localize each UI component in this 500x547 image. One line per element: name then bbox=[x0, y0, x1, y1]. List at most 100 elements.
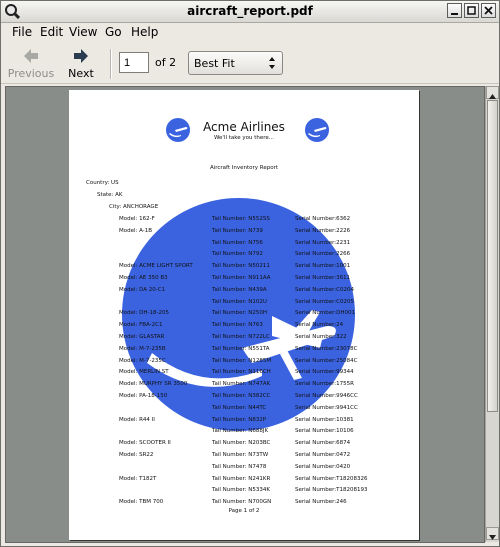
row-model: Model: PA-18-150 bbox=[119, 393, 168, 399]
row-serial-number: Serial Number:T18208326 bbox=[295, 475, 368, 482]
row-tail-number: Tail Number: N5334K bbox=[212, 487, 270, 494]
row-serial-number: Serial Number:DH001 bbox=[295, 310, 356, 317]
pdf-page: Acme Airlines We'll take you there... Ai… bbox=[69, 90, 419, 540]
city-label: City: ANCHORAGE bbox=[109, 204, 159, 210]
updown-arrows-icon bbox=[269, 57, 275, 69]
row-serial-number: Serial Number:23078C bbox=[295, 345, 358, 352]
row-serial-number: Serial Number:6362 bbox=[295, 216, 351, 222]
state-label: State: AK bbox=[97, 192, 123, 198]
row-serial-number: Serial Number:1755R bbox=[295, 381, 354, 388]
close-icon bbox=[484, 6, 493, 15]
row-tail-number: Tail Number: N203BC bbox=[212, 440, 271, 447]
row-tail-number: Tail Number: N911AA bbox=[212, 275, 271, 281]
scroll-up-arrow[interactable] bbox=[486, 86, 499, 99]
row-serial-number: Serial Number:C0205 bbox=[295, 298, 354, 305]
previous-button[interactable]: Previous bbox=[5, 45, 57, 81]
document-viewport[interactable]: Acme Airlines We'll take you there... Ai… bbox=[5, 86, 485, 543]
row-tail-number: Tail Number: N250H bbox=[212, 310, 267, 317]
minimize-icon bbox=[451, 13, 458, 15]
row-serial-number: Serial Number:0472 bbox=[295, 452, 351, 458]
next-button[interactable]: Next bbox=[55, 45, 107, 81]
row-serial-number: Serial Number:1001 bbox=[295, 263, 351, 270]
arrow-right-icon bbox=[74, 49, 88, 63]
page-count-label: of 2 bbox=[155, 56, 177, 69]
row-tail-number: Tail Number: N439A bbox=[212, 286, 267, 293]
row-tail-number: Tail Number: N722LC bbox=[212, 334, 270, 340]
row-serial-number: Serial Number:10106 bbox=[295, 428, 354, 435]
pdf-viewer-window: aircraft_report.pdf File Edit View Go He… bbox=[0, 0, 500, 547]
arrow-down-icon bbox=[489, 535, 496, 540]
row-tail-number: Tail Number: N700GN bbox=[212, 499, 272, 506]
row-tail-number: Tail Number: N551TA bbox=[212, 345, 270, 352]
row-model: Model: GLASTAR bbox=[119, 334, 165, 340]
row-tail-number: Tail Number: N763 bbox=[212, 322, 263, 329]
row-model: Model: 162-F bbox=[119, 216, 155, 222]
menu-view[interactable]: View bbox=[69, 25, 97, 39]
close-button[interactable] bbox=[481, 3, 496, 18]
row-model: Model: DH-18-205 bbox=[119, 310, 169, 317]
window-title: aircraft_report.pdf bbox=[187, 4, 313, 18]
row-tail-number: Tail Number: N832P bbox=[212, 416, 267, 423]
page-footer: Page 1 of 2 bbox=[228, 508, 260, 514]
zoom-select[interactable]: Best Fit bbox=[188, 51, 283, 75]
row-model: Model: M-7-235B bbox=[119, 345, 166, 352]
row-tail-number: Tail Number: N739 bbox=[212, 227, 263, 234]
row-serial-number: Serial Number:2226 bbox=[295, 227, 351, 234]
row-model: Model: R44 II bbox=[119, 416, 155, 423]
row-serial-number: Serial Number:25084C bbox=[295, 357, 358, 364]
menu-go[interactable]: Go bbox=[105, 25, 122, 39]
row-model: Model: M-7-235C bbox=[119, 357, 166, 364]
previous-label: Previous bbox=[7, 67, 55, 80]
row-tail-number: Tail Number: N116CH bbox=[212, 369, 271, 376]
menu-edit[interactable]: Edit bbox=[40, 25, 63, 39]
row-tail-number: Tail Number: N44TC bbox=[212, 404, 267, 411]
row-serial-number: Serial Number:T18208193 bbox=[295, 487, 368, 494]
title-bar[interactable]: aircraft_report.pdf bbox=[1, 1, 499, 23]
company-tagline: We'll take you there... bbox=[213, 135, 275, 141]
row-model: Model: DA 20-C1 bbox=[119, 286, 166, 293]
row-tail-number: Tail Number: N382CC bbox=[212, 393, 271, 399]
report-title: Aircraft Inventory Report bbox=[209, 165, 279, 171]
minimize-button[interactable] bbox=[447, 3, 462, 18]
company-name: Acme Airlines bbox=[203, 120, 285, 134]
row-serial-number: Serial Number:3611 bbox=[295, 275, 351, 281]
row-tail-number: Tail Number: N50211 bbox=[212, 263, 270, 270]
row-serial-number: Serial Number:9946CC bbox=[295, 393, 358, 399]
page-number-input[interactable] bbox=[119, 52, 149, 73]
row-tail-number: Tail Number: N102U bbox=[212, 298, 267, 305]
maximize-icon bbox=[467, 6, 476, 15]
menu-bar: File Edit View Go Help bbox=[1, 23, 499, 42]
row-serial-number: Serial Number:10381 bbox=[295, 416, 354, 423]
row-tail-number: Tail Number: N756 bbox=[212, 239, 263, 246]
scroll-thumb[interactable] bbox=[487, 100, 498, 412]
arrow-left-icon bbox=[24, 49, 38, 63]
row-serial-number: Serial Number:9941CC bbox=[295, 404, 358, 411]
row-model: Model: FBA-2C1 bbox=[119, 322, 163, 329]
row-model: Model: AE 350 B3 bbox=[119, 275, 168, 281]
row-serial-number: Serial Number:2266 bbox=[295, 251, 351, 258]
next-label: Next bbox=[68, 67, 94, 80]
row-serial-number: Serial Number:99344 bbox=[295, 369, 354, 376]
maximize-button[interactable] bbox=[464, 3, 479, 18]
row-model: Model: MERLIN ST bbox=[119, 369, 169, 376]
vertical-scrollbar[interactable] bbox=[485, 86, 499, 542]
row-tail-number: Tail Number: N688JK bbox=[212, 428, 269, 435]
row-serial-number: Serial Number:246 bbox=[295, 499, 347, 506]
row-serial-number: Serial Number:322 bbox=[295, 334, 347, 340]
row-tail-number: Tail Number: N792 bbox=[212, 251, 263, 258]
row-serial-number: Serial Number:0420 bbox=[295, 463, 351, 470]
row-tail-number: Tail Number: N747AK bbox=[212, 381, 271, 388]
row-model: Model: A-1B bbox=[119, 227, 153, 234]
row-model: Model: TBM 700 bbox=[119, 499, 164, 506]
row-tail-number: Tail Number: N241KR bbox=[212, 475, 271, 482]
row-model: Model: SR22 bbox=[119, 452, 154, 458]
row-tail-number: Tail Number: N1285M bbox=[212, 357, 272, 364]
row-model: Model: SCOOTER II bbox=[119, 440, 171, 447]
menu-file[interactable]: File bbox=[12, 25, 32, 39]
scroll-down-arrow[interactable] bbox=[486, 527, 499, 540]
row-serial-number: Serial Number:2231 bbox=[295, 239, 351, 246]
row-serial-number: Serial Number:24 bbox=[295, 322, 344, 329]
row-model: Model: T182T bbox=[119, 475, 157, 482]
menu-help[interactable]: Help bbox=[131, 25, 158, 39]
zoom-value: Best Fit bbox=[194, 57, 235, 70]
